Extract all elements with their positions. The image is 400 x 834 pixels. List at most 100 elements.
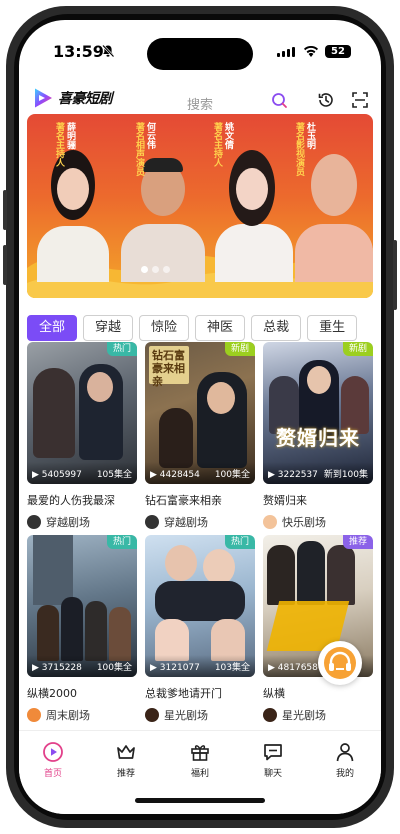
drama-stats: ▶ 4428454 100集全 — [145, 462, 255, 484]
episode-count: 105集全 — [96, 470, 132, 480]
drama-badge: 热门 — [106, 342, 137, 356]
drama-studio: 穿越剧场 — [145, 514, 208, 530]
drama-poster[interactable]: 热门 ▶ 5405997 105集全 — [27, 342, 137, 484]
poster-title-art: 钻石富豪来相亲 — [149, 346, 189, 388]
host-caption: 杜玉明 著名影视演员 — [293, 122, 315, 176]
drama-badge: 新剧 — [224, 342, 255, 356]
drama-studio: 穿越剧场 — [27, 514, 90, 530]
tab-me[interactable]: 我的 — [315, 741, 375, 779]
home-indicator[interactable] — [135, 798, 265, 803]
studio-name: 穿越剧场 — [164, 516, 208, 529]
status-bar: 13:59 52 — [19, 20, 381, 80]
studio-name: 穿越剧场 — [46, 516, 90, 529]
studio-avatar — [145, 515, 159, 529]
episode-count: 新到100集 — [323, 470, 368, 480]
tab-welfare[interactable]: 福利 — [170, 741, 230, 779]
tab-label: 我的 — [335, 769, 354, 779]
tab-label: 聊天 — [263, 769, 282, 779]
drama-studio: 星光剧场 — [145, 707, 208, 723]
drama-poster[interactable]: 热门 ▶ 3715228 100集全 — [27, 535, 137, 677]
history-icon[interactable] — [317, 91, 335, 109]
host-title: 著名影视演员 — [294, 122, 304, 176]
scan-icon[interactable] — [351, 91, 369, 109]
drama-badge: 推荐 — [342, 535, 373, 549]
drama-title: 钻石富豪来相亲 — [145, 494, 222, 507]
studio-avatar — [27, 515, 41, 529]
gift-icon — [191, 745, 209, 761]
play-logo-icon — [35, 88, 52, 108]
category-tabs: 全部 穿越 惊险 神医 总裁 重生 — [27, 315, 358, 341]
drama-studio: 快乐剧场 — [263, 514, 326, 530]
tab-all[interactable]: 全部 — [27, 315, 78, 341]
drama-title: 纵横 — [263, 687, 285, 700]
app-logo[interactable]: 喜豪短剧 — [31, 86, 113, 110]
view-count: ▶ 3222537 — [268, 470, 318, 480]
drama-stats: ▶ 3222537 新到100集 — [263, 462, 373, 484]
host-caption: 薛明骊 著名主持人 — [53, 122, 75, 167]
pagination-dot[interactable] — [163, 266, 170, 273]
host-title: 著名相声演员 — [134, 122, 144, 176]
tab-time-travel[interactable]: 穿越 — [83, 315, 134, 341]
status-time: 13:59 — [53, 42, 104, 61]
poster-title-art: 赘婿归来 — [276, 426, 360, 450]
studio-avatar — [263, 708, 277, 722]
studio-name: 快乐剧场 — [282, 516, 326, 529]
studio-name: 星光剧场 — [282, 709, 326, 722]
episode-count: 100集全 — [96, 663, 132, 673]
tab-thriller[interactable]: 惊险 — [139, 315, 190, 341]
host-caption: 何云伟 著名相声演员 — [133, 122, 155, 176]
tab-miracle-doctor[interactable]: 神医 — [195, 315, 246, 341]
drama-stats: ▶ 3121077 103集全 — [145, 655, 255, 677]
bell-muted-icon — [102, 44, 115, 58]
host-title: 著名主持人 — [54, 122, 64, 167]
search-icon[interactable] — [271, 92, 288, 109]
drama-title: 纵横2000 — [27, 687, 77, 700]
drama-poster[interactable]: 热门 ▶ 3121077 103集全 — [145, 535, 255, 677]
drama-title: 总裁爹地请开门 — [145, 687, 222, 700]
studio-avatar — [145, 708, 159, 722]
promo-banner[interactable]: 薛明骊 著名主持人 何云伟 著名相声演员 姚文倩 著名主持人 杜玉明 著名影视演… — [27, 114, 373, 298]
drama-badge: 热门 — [106, 535, 137, 549]
drama-poster[interactable]: 赘婿归来 新剧 ▶ 3222537 新到100集 — [263, 342, 373, 484]
drama-poster[interactable]: 钻石富豪来相亲 新剧 ▶ 4428454 100集全 — [145, 342, 255, 484]
tab-label: 推荐 — [116, 769, 135, 779]
host-name: 杜玉明 — [305, 122, 315, 149]
tab-recommend[interactable]: 推荐 — [96, 741, 156, 779]
customer-service-button[interactable] — [318, 641, 362, 685]
pagination-dot[interactable] — [141, 266, 148, 273]
app-screen: 13:59 52 喜豪短剧 搜索 薛明骊 著名主持人 何云伟 著名相声演员 姚文… — [19, 20, 381, 814]
host-name: 姚文倩 — [223, 122, 233, 149]
host-name: 薛明骊 — [65, 122, 75, 149]
tab-home[interactable]: 首页 — [23, 741, 83, 779]
tab-ceo[interactable]: 总裁 — [251, 315, 302, 341]
drama-title: 赘婿归来 — [263, 494, 307, 507]
studio-avatar — [27, 708, 41, 722]
episode-count: 100集全 — [214, 470, 250, 480]
drama-studio: 周末剧场 — [27, 707, 90, 723]
drama-stats: ▶ 5405997 105集全 — [27, 462, 137, 484]
studio-name: 星光剧场 — [164, 709, 208, 722]
episode-count: 103集全 — [214, 663, 250, 673]
pagination-dot[interactable] — [152, 266, 159, 273]
signal-icon — [277, 47, 295, 57]
tab-rebirth[interactable]: 重生 — [307, 315, 358, 341]
chat-icon — [264, 744, 282, 761]
view-count: ▶ 4817658 — [268, 663, 318, 673]
volume-button — [3, 190, 7, 230]
volume-button — [3, 245, 7, 285]
crown-icon — [117, 745, 135, 759]
view-count: ▶ 4428454 — [150, 470, 200, 480]
headset-icon — [324, 647, 356, 679]
banner-pagination — [141, 266, 170, 273]
search-field[interactable]: 搜索 — [187, 94, 213, 113]
drama-badge: 热门 — [224, 535, 255, 549]
view-count: ▶ 5405997 — [32, 470, 82, 480]
home-play-icon — [43, 742, 63, 762]
host-caption: 姚文倩 著名主持人 — [211, 122, 233, 167]
tab-label: 首页 — [43, 769, 62, 779]
host-title: 著名主持人 — [212, 122, 222, 167]
drama-studio: 星光剧场 — [263, 707, 326, 723]
tab-chat[interactable]: 聊天 — [243, 741, 303, 779]
tab-label: 福利 — [190, 769, 209, 779]
drama-title: 最爱的人伤我最深 — [27, 494, 115, 507]
